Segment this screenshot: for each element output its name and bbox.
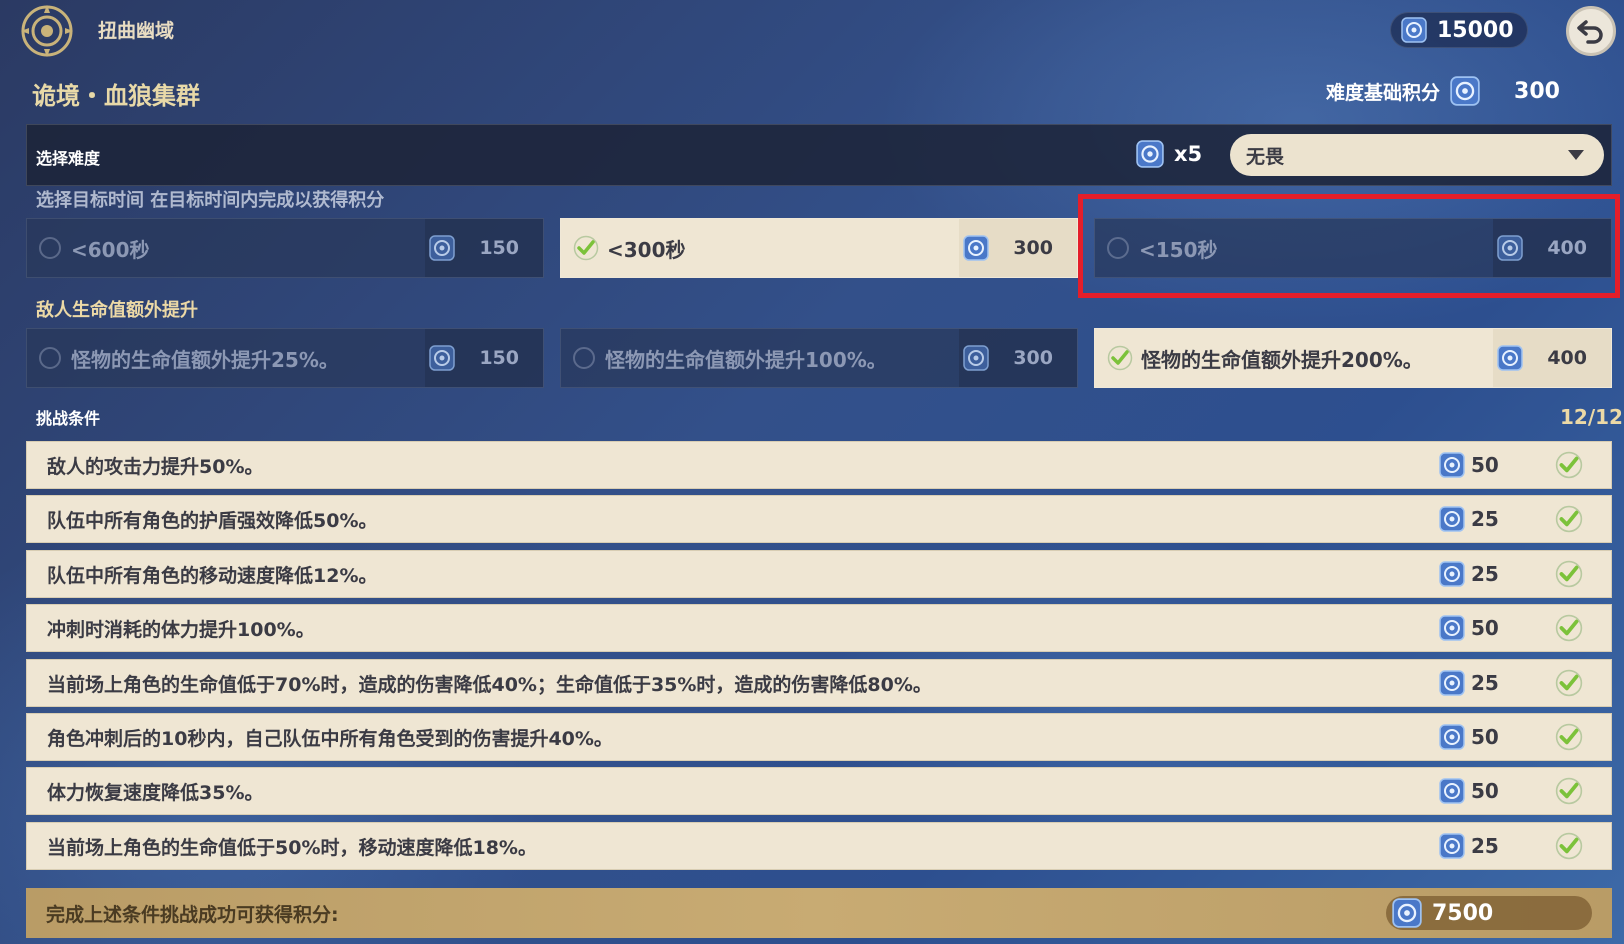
hp-option-100[interactable]: 怪物的生命值额外提升100%。 300 <box>560 328 1078 388</box>
condition-row[interactable]: 角色冲刺后的10秒内，自己队伍中所有角色受到的伤害提升40%。 50 <box>26 713 1612 761</box>
enemy-hp-label: 敌人生命值额外提升 <box>36 300 198 321</box>
condition-row[interactable]: 冲刺时消耗的体力提升100%。 50 <box>26 604 1612 652</box>
footer-bar: 完成上述条件挑战成功可获得积分: 7500 <box>26 888 1612 938</box>
condition-text: 队伍中所有角色的移动速度降低12%。 <box>47 564 378 587</box>
check-icon <box>1555 505 1583 533</box>
points-coin-icon <box>1439 506 1465 532</box>
condition-text: 体力恢复速度降低35%。 <box>47 781 264 804</box>
hp-option-points: 300 <box>1013 347 1053 369</box>
condition-points: 50 <box>1471 779 1499 803</box>
condition-points: 25 <box>1471 671 1499 695</box>
back-arrow-icon <box>1576 14 1606 48</box>
condition-text: 角色冲刺后的10秒内，自己队伍中所有角色受到的伤害提升40%。 <box>47 727 613 750</box>
condition-points: 25 <box>1471 834 1499 858</box>
difficulty-dropdown[interactable]: 无畏 <box>1230 134 1604 176</box>
hp-option-label: 怪物的生命值额外提升100%。 <box>605 347 887 372</box>
stage-title: 诡境・血狼集群 <box>32 82 200 110</box>
points-coin-icon <box>963 235 990 261</box>
points-coin-icon <box>429 345 456 371</box>
time-option-600[interactable]: <600秒 150 <box>26 218 544 278</box>
condition-row[interactable]: 敌人的攻击力提升50%。 50 <box>26 441 1612 489</box>
condition-row[interactable]: 队伍中所有角色的护盾强效降低50%。 25 <box>26 495 1612 543</box>
check-icon <box>1555 669 1583 697</box>
condition-points: 50 <box>1471 453 1499 477</box>
currency-value: 15000 <box>1437 17 1514 43</box>
points-coin-icon <box>1439 724 1465 750</box>
conditions-label: 挑战条件 <box>36 409 101 428</box>
points-coin-icon <box>1439 561 1465 587</box>
check-icon <box>1555 560 1583 588</box>
chevron-down-icon <box>1568 150 1584 160</box>
condition-text: 冲刺时消耗的体力提升100%。 <box>47 618 315 641</box>
time-option-label: <300秒 <box>607 237 686 262</box>
condition-row[interactable]: 队伍中所有角色的移动速度降低12%。 25 <box>26 550 1612 598</box>
points-coin-icon <box>1439 615 1465 641</box>
check-icon <box>1555 723 1583 751</box>
multiplier-coin-icon <box>1136 140 1164 168</box>
radio-icon <box>39 347 61 369</box>
hp-option-points: 400 <box>1547 347 1587 369</box>
check-icon <box>1555 451 1583 479</box>
condition-points: 50 <box>1471 725 1499 749</box>
time-option-points: 300 <box>1013 237 1053 259</box>
points-coin-icon <box>963 345 990 371</box>
time-target-label: 选择目标时间 在目标时间内完成以获得积分 <box>36 190 385 211</box>
condition-points: 25 <box>1471 562 1499 586</box>
time-option-label: <600秒 <box>71 237 150 262</box>
difficulty-multiplier: x5 <box>1136 140 1202 168</box>
currency-coin-icon <box>1401 17 1427 43</box>
base-score: 难度基础积分 300 <box>1326 76 1560 106</box>
domain-logo-icon <box>20 4 74 58</box>
points-coin-icon <box>1439 670 1465 696</box>
base-score-value: 300 <box>1514 78 1560 104</box>
base-score-label: 难度基础积分 <box>1326 81 1441 104</box>
points-coin-icon <box>1439 778 1465 804</box>
difficulty-selected-value: 无畏 <box>1246 145 1285 168</box>
condition-row[interactable]: 当前场上角色的生命值低于70%时，造成的伤害降低40%；生命值低于35%时，造成… <box>26 659 1612 707</box>
conditions-count: 12/12 <box>1560 405 1623 429</box>
hp-option-points: 150 <box>479 347 519 369</box>
total-coin-icon <box>1392 898 1422 928</box>
condition-points: 25 <box>1471 507 1499 531</box>
condition-text: 当前场上角色的生命值低于50%时，移动速度降低18%。 <box>47 836 537 859</box>
back-button[interactable] <box>1566 6 1616 56</box>
points-coin-icon <box>1497 345 1524 371</box>
highlight-box <box>1078 194 1620 298</box>
points-coin-icon <box>1439 452 1465 478</box>
multiplier-value: x5 <box>1174 142 1203 166</box>
domain-title: 扭曲幽域 <box>98 20 175 42</box>
currency-display: 15000 <box>1390 12 1528 48</box>
hp-option-label: 怪物的生命值额外提升25%。 <box>71 347 339 372</box>
condition-row[interactable]: 当前场上角色的生命值低于50%时，移动速度降低18%。 25 <box>26 822 1612 870</box>
condition-row[interactable]: 体力恢复速度降低35%。 50 <box>26 767 1612 815</box>
time-option-300[interactable]: <300秒 300 <box>560 218 1078 278</box>
time-option-points: 150 <box>479 237 519 259</box>
radio-icon <box>39 237 61 259</box>
hp-option-200[interactable]: 怪物的生命值额外提升200%。 400 <box>1094 328 1612 388</box>
difficulty-label: 选择难度 <box>36 149 101 168</box>
total-score: 7500 <box>1386 896 1592 930</box>
check-icon <box>1555 777 1583 805</box>
condition-points: 50 <box>1471 616 1499 640</box>
total-score-value: 7500 <box>1432 900 1494 926</box>
points-coin-icon <box>429 235 456 261</box>
check-icon <box>1555 832 1583 860</box>
condition-text: 当前场上角色的生命值低于70%时，造成的伤害降低40%；生命值低于35%时，造成… <box>47 673 932 696</box>
hp-option-25[interactable]: 怪物的生命值额外提升25%。 150 <box>26 328 544 388</box>
condition-text: 队伍中所有角色的护盾强效降低50%。 <box>47 509 378 532</box>
base-score-coin-icon <box>1450 76 1480 106</box>
check-icon <box>1107 345 1133 371</box>
condition-text: 敌人的攻击力提升50%。 <box>47 455 264 478</box>
radio-icon <box>573 347 595 369</box>
check-icon <box>573 235 599 261</box>
footer-text: 完成上述条件挑战成功可获得积分: <box>46 903 339 926</box>
hp-option-label: 怪物的生命值额外提升200%。 <box>1141 347 1423 372</box>
check-icon <box>1555 614 1583 642</box>
points-coin-icon <box>1439 833 1465 859</box>
